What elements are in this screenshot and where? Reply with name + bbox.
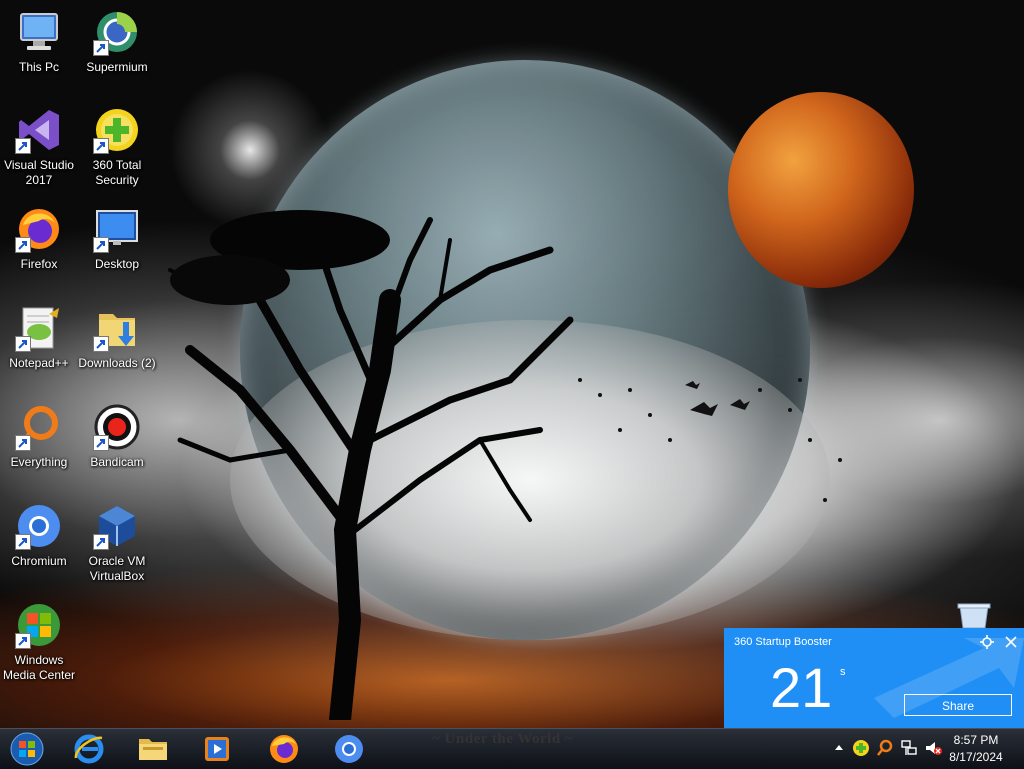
shortcut-arrow-icon — [93, 138, 109, 154]
wallpaper-caption: ~ Under the World ~ — [432, 731, 574, 747]
birds-graphic — [578, 378, 842, 502]
desktop-icon-downloads[interactable]: Downloads (2) — [78, 304, 156, 371]
icon-label: Desktop — [94, 257, 140, 271]
close-icon[interactable] — [1004, 635, 1018, 649]
desktop-icon-desktop[interactable]: Desktop — [78, 205, 156, 272]
shortcut-arrow-icon — [15, 138, 31, 154]
desktop-icon-recycle-bin[interactable] — [956, 602, 992, 629]
tree-silhouette — [168, 210, 574, 720]
desktop-icon-windows-media-center[interactable]: Windows Media Center — [0, 601, 78, 683]
desktop-icon-virtualbox[interactable]: Oracle VM VirtualBox — [78, 502, 156, 584]
computer-icon — [20, 13, 58, 50]
share-button[interactable]: Share — [904, 694, 1012, 716]
taskbar-firefox[interactable] — [257, 731, 311, 767]
desktop-icon-visual-studio[interactable]: Visual Studio 2017 — [0, 106, 78, 188]
desktop-icon-360-total-security[interactable]: 360 Total Security — [78, 106, 156, 188]
shortcut-arrow-icon — [15, 237, 31, 253]
file-explorer-icon — [139, 739, 167, 760]
icon-label: Oracle VM VirtualBox — [88, 554, 146, 583]
taskbar-internet-explorer[interactable] — [62, 731, 116, 767]
start-button[interactable] — [0, 731, 54, 767]
clock-date: 8/17/2024 — [949, 750, 1003, 764]
taskbar-file-explorer[interactable] — [126, 731, 180, 767]
icon-label: Bandicam — [90, 455, 144, 469]
boot-time-value: 21 — [770, 656, 833, 719]
internet-explorer-icon — [74, 734, 104, 764]
desktop-icon-everything[interactable]: Everything — [0, 403, 78, 470]
desktop-icon-supermium[interactable]: Supermium — [78, 8, 156, 75]
desktop-icon-notepad-plus[interactable]: Notepad++ — [0, 304, 78, 371]
firefox-icon — [270, 735, 298, 763]
shortcut-arrow-icon — [15, 633, 31, 649]
chromium-icon — [335, 735, 363, 763]
clock-time: 8:57 PM — [953, 733, 999, 747]
search-tray-icon[interactable] — [876, 739, 894, 757]
recycle-bin-icon — [957, 603, 991, 629]
icon-label: Supermium — [86, 60, 148, 74]
icon-label: Everything — [10, 455, 68, 469]
shortcut-arrow-icon — [93, 40, 109, 56]
icon-label: Notepad++ — [9, 356, 69, 370]
shortcut-arrow-icon — [93, 435, 109, 451]
taskbar: ~ Under the World ~ 8:57 PM 8/17/2024 — [0, 728, 1024, 769]
icon-label: Chromium — [11, 554, 67, 568]
icon-label: Firefox — [20, 257, 58, 271]
boot-time-unit: s — [840, 666, 846, 678]
icon-label: Visual Studio 2017 — [4, 158, 74, 187]
red-planet-graphic — [728, 92, 914, 288]
desktop-icon-chromium[interactable]: Chromium — [0, 502, 78, 569]
shortcut-arrow-icon — [15, 435, 31, 451]
shortcut-arrow-icon — [15, 336, 31, 352]
shortcut-arrow-icon — [93, 534, 109, 550]
show-hidden-icons-icon[interactable] — [830, 739, 848, 757]
popup-title: 360 Startup Booster — [734, 636, 832, 648]
desktop-icon-firefox[interactable]: Firefox — [0, 205, 78, 272]
media-player-icon — [205, 737, 229, 761]
icon-label: This Pc — [18, 60, 59, 74]
icon-label: Windows Media Center — [2, 653, 76, 682]
taskbar-media-player[interactable] — [190, 731, 244, 767]
shortcut-arrow-icon — [93, 336, 109, 352]
windows-start-icon — [10, 732, 44, 766]
startup-booster-popup: 360 Startup Booster 21 s Share — [724, 628, 1024, 728]
gear-icon[interactable] — [980, 635, 994, 649]
360-security-tray-icon[interactable] — [852, 739, 870, 757]
desktop-icon-this-pc[interactable]: This Pc — [0, 8, 78, 75]
shortcut-arrow-icon — [93, 237, 109, 253]
desktop-icon-bandicam[interactable]: Bandicam — [78, 403, 156, 470]
network-icon[interactable] — [900, 739, 918, 757]
icon-label: 360 Total Security — [92, 158, 142, 187]
taskbar-clock[interactable]: 8:57 PM 8/17/2024 — [940, 732, 1012, 766]
taskbar-chromium[interactable] — [322, 731, 376, 767]
icon-label: Downloads (2) — [78, 356, 156, 370]
shortcut-arrow-icon — [15, 534, 31, 550]
